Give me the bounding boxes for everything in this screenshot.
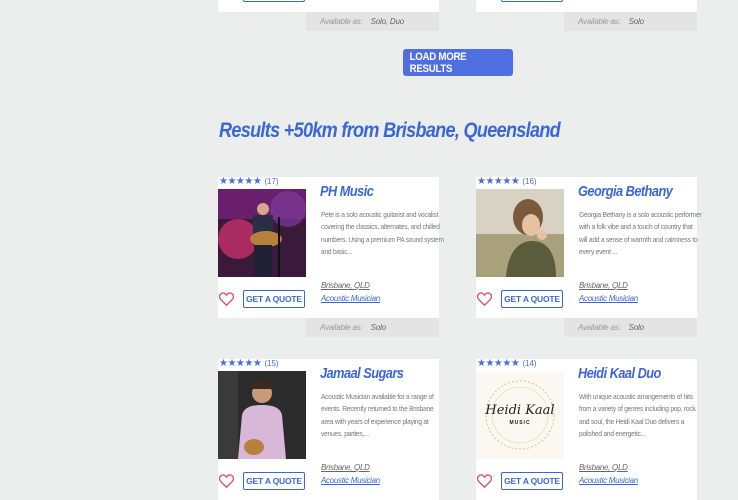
star-rating-icon: ★★★★★ xyxy=(477,176,520,187)
star-rating-icon: ★★★★★ xyxy=(219,358,262,369)
performer-photo[interactable] xyxy=(218,189,306,277)
availability-value: Solo xyxy=(628,17,644,26)
performer-category[interactable]: Acoustic Musician xyxy=(321,476,380,485)
load-more-label: LOAD MORE RESULTS xyxy=(409,50,467,75)
get-quote-button[interactable]: GET A QUOTE xyxy=(501,472,563,490)
availability-bar: Available as: Solo xyxy=(564,318,697,337)
heart-icon[interactable] xyxy=(477,292,492,306)
availability-value: Solo xyxy=(628,323,644,332)
rating: ★★★★★ (14) xyxy=(477,358,537,369)
performer-description: Pete is a solo acoustic guitarist and vo… xyxy=(321,210,444,256)
performer-photo[interactable] xyxy=(218,371,306,459)
get-quote-button[interactable]: GET A QUOTE xyxy=(243,290,305,308)
performer-location: Brisbane, QLD xyxy=(579,281,628,290)
star-rating-icon: ★★★★★ xyxy=(219,176,262,187)
review-count: (17) xyxy=(264,177,279,186)
star-rating-icon: ★★★★★ xyxy=(477,358,520,369)
review-count: (14) xyxy=(522,359,537,368)
review-count: (15) xyxy=(264,359,279,368)
performer-logo[interactable]: Heidi Kaal MUSIC xyxy=(476,371,564,459)
performer-name[interactable]: Heidi Kaal Duo xyxy=(578,365,661,382)
availability-value: Solo xyxy=(370,323,386,332)
top-card-right xyxy=(476,0,697,12)
rating: ★★★★★ (16) xyxy=(477,176,537,187)
section-title: Results +50km from Brisbane, Queensland xyxy=(219,119,561,142)
performer-location: Brisbane, QLD xyxy=(579,463,628,472)
availability-bar: Available as: Solo, Duo xyxy=(306,12,439,31)
heart-icon[interactable] xyxy=(219,474,234,488)
performer-description: With unique acoustic arrangements of hit… xyxy=(579,392,696,438)
heart-icon[interactable] xyxy=(219,292,234,306)
top-card-left xyxy=(218,0,439,12)
review-count: (16) xyxy=(522,177,537,186)
availability-label: Available as: xyxy=(320,323,363,332)
load-more-button[interactable]: LOAD MORE RESULTS xyxy=(403,49,513,76)
availability-label: Available as: xyxy=(320,17,363,26)
performer-name[interactable]: PH Music xyxy=(320,183,374,200)
performer-photo[interactable] xyxy=(476,189,564,277)
availability-label: Available as: xyxy=(578,17,621,26)
heart-icon[interactable] xyxy=(477,474,492,488)
performer-location: Brisbane, QLD xyxy=(321,463,370,472)
performer-category[interactable]: Acoustic Musician xyxy=(579,476,638,485)
logo-subtext: MUSIC xyxy=(509,420,531,426)
performer-description: Georgia Bethany is a solo acoustic perfo… xyxy=(579,210,702,256)
get-quote-button[interactable] xyxy=(501,0,563,2)
availability-bar: Available as: Solo xyxy=(564,12,697,31)
performer-category[interactable]: Acoustic Musician xyxy=(321,294,380,303)
get-quote-button[interactable]: GET A QUOTE xyxy=(243,472,305,490)
performer-name[interactable]: Jamaal Sugars xyxy=(320,365,404,382)
get-quote-button[interactable] xyxy=(243,0,305,2)
rating: ★★★★★ (17) xyxy=(219,176,279,187)
availability-bar: Available as: Solo xyxy=(306,318,439,337)
performer-location: Brisbane, QLD xyxy=(321,281,370,290)
availability-label: Available as: xyxy=(578,323,621,332)
availability-value: Solo, Duo xyxy=(370,17,405,26)
performer-description: Acoustic Musician available for a range … xyxy=(321,392,434,438)
performer-name[interactable]: Georgia Bethany xyxy=(578,183,673,200)
rating: ★★★★★ (15) xyxy=(219,358,279,369)
logo-script-text: Heidi Kaal xyxy=(485,403,555,418)
get-quote-button[interactable]: GET A QUOTE xyxy=(501,290,563,308)
performer-category[interactable]: Acoustic Musician xyxy=(579,294,638,303)
